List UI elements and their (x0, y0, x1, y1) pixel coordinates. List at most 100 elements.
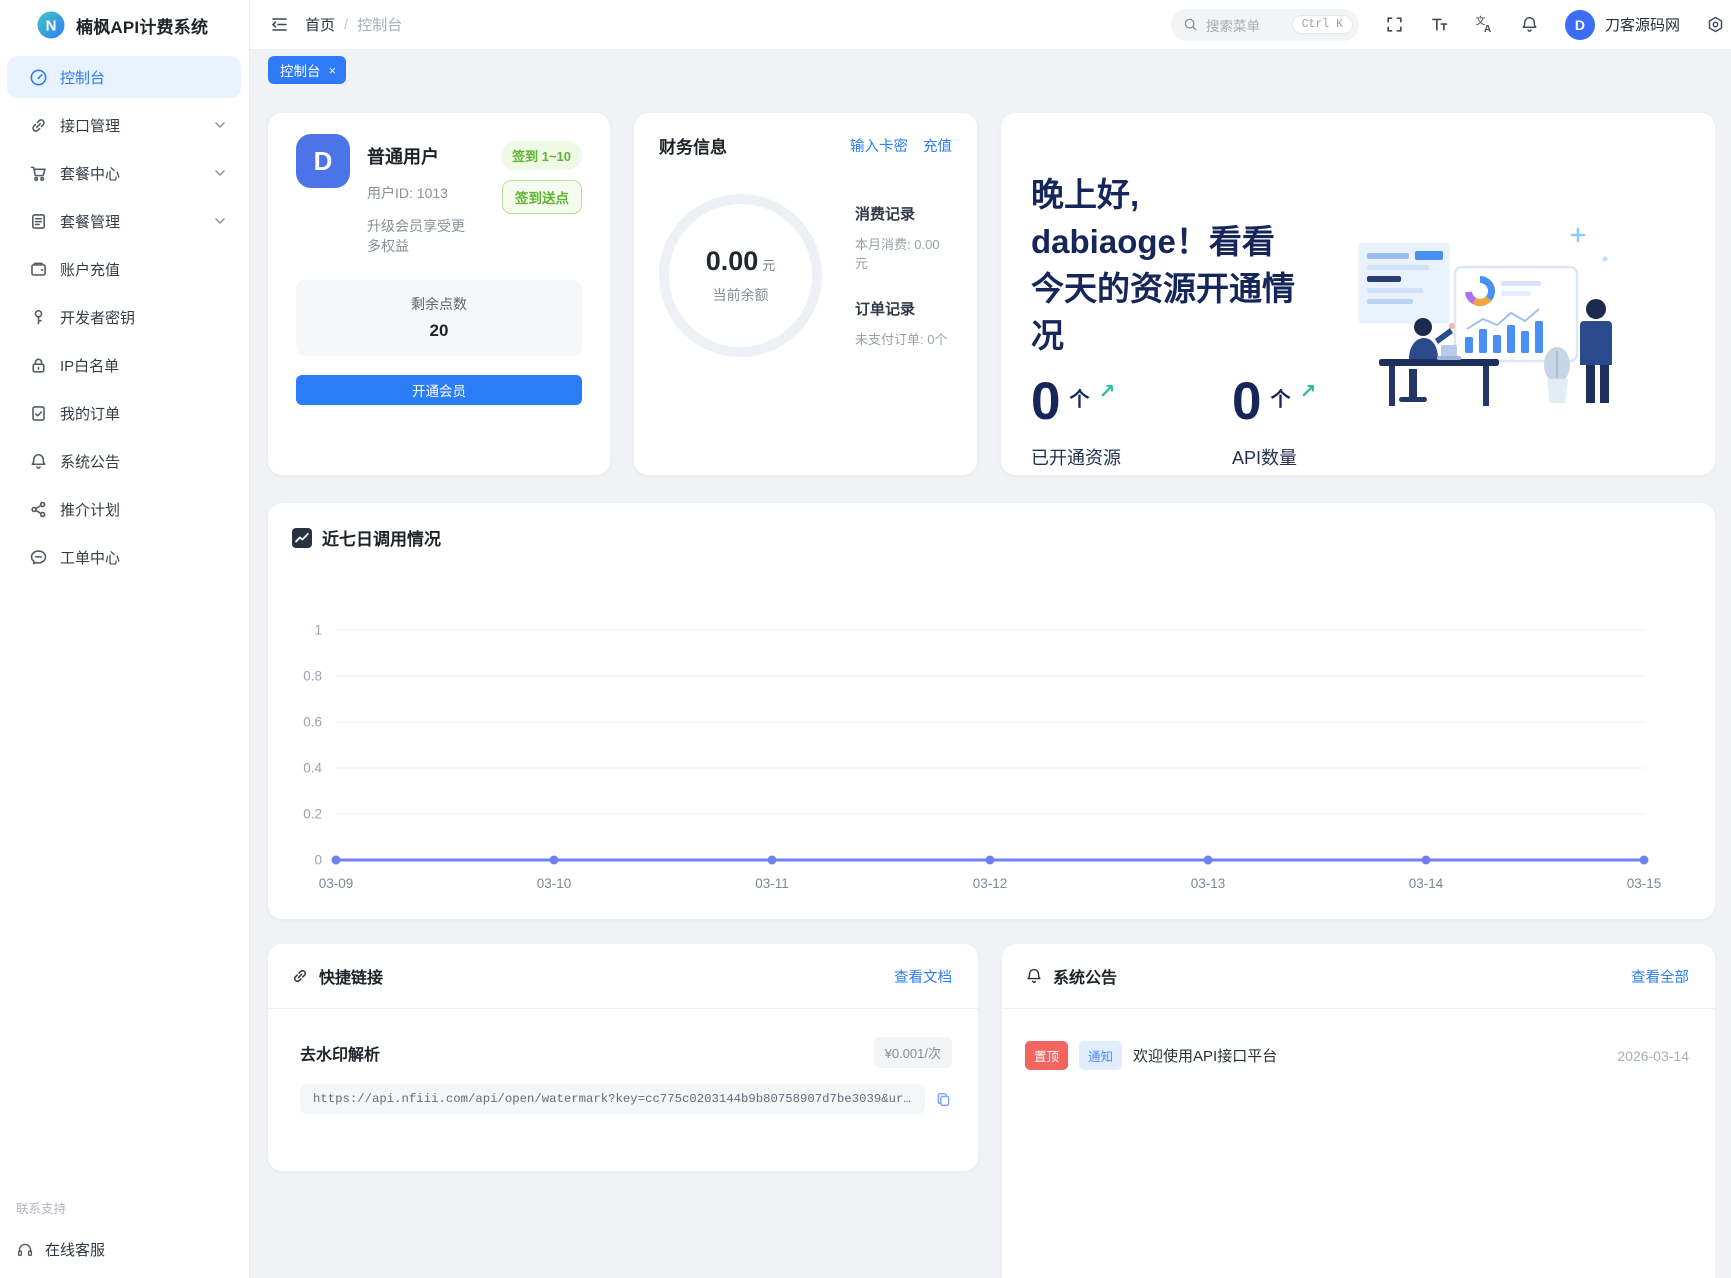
notifications-button[interactable] (1520, 15, 1539, 34)
bell-icon (29, 452, 48, 471)
svg-text:03-14: 03-14 (1409, 876, 1444, 891)
view-all-link[interactable]: 查看全部 (1631, 966, 1689, 987)
quick-links-card: 快捷链接 查看文档 去水印解析 ¥0.001/次 https://api.nfi… (268, 944, 978, 1171)
tab-close-icon[interactable]: × (329, 64, 337, 77)
search-shortcut-badge: Ctrl K (1291, 15, 1353, 34)
sidebar-item-orders[interactable]: 我的订单 (7, 392, 241, 434)
svg-text:0: 0 (314, 853, 322, 868)
sidebar-item-referral[interactable]: 推介计划 (7, 488, 241, 530)
consume-record-title[interactable]: 消费记录 (855, 203, 952, 224)
balance-value: 0.00 元 (705, 246, 776, 276)
svg-text:0.8: 0.8 (303, 669, 322, 684)
sidebar-collapse-button[interactable] (270, 15, 289, 34)
quick-link-url[interactable]: https://api.nfiii.com/api/open/watermark… (300, 1084, 925, 1114)
svg-text:03-13: 03-13 (1191, 876, 1226, 891)
order-record-title[interactable]: 订单记录 (855, 298, 952, 319)
balance-circle: 0.00 元 当前余额 (659, 194, 822, 357)
gear-icon (1708, 16, 1723, 33)
ticket-icon (29, 548, 48, 567)
avatar: D (1564, 9, 1595, 40)
open-vip-button[interactable]: 开通会员 (296, 374, 582, 405)
greeting-card: 晚上好, dabiaoge！看看今天的资源开通情况 0 个 ↗ 已开通资源 0 (1001, 113, 1715, 475)
pinned-badge: 置顶 (1025, 1041, 1069, 1070)
translate-button[interactable]: 文 A (1475, 15, 1494, 34)
svg-text:N: N (46, 18, 57, 35)
chevron-down-icon (213, 118, 227, 132)
view-docs-link[interactable]: 查看文档 (894, 966, 952, 987)
greeting-text: 晚上好, dabiaoge！看看今天的资源开通情况 (1031, 176, 1295, 354)
quick-link-name: 去水印解析 (300, 1046, 381, 1064)
online-service-button[interactable]: 在线客服 (16, 1239, 233, 1260)
chevron-down-icon (213, 214, 227, 228)
tab-dashboard[interactable]: 控制台 × (268, 56, 347, 84)
sidebar-item-dashboard[interactable]: 控制台 (7, 56, 241, 98)
recharge-link[interactable]: 充值 (923, 135, 952, 156)
user-name: 刀客源码网 (1604, 17, 1680, 34)
svg-text:0.4: 0.4 (303, 761, 322, 776)
copy-url-button[interactable] (935, 1091, 952, 1108)
balance-label: 当前余额 (712, 287, 769, 303)
signin-button[interactable]: 签到送点 (502, 180, 582, 214)
notice-type-badge: 通知 (1079, 1041, 1123, 1070)
sidebar-item-api[interactable]: 接口管理 (7, 104, 241, 146)
share-icon (29, 500, 48, 519)
dashboard-page: N 楠枫API计费系统 控制台 接口管理 套餐中心 套餐管理 账户充值 开发者密… (0, 0, 1731, 1278)
user-role: 普通用户 (367, 147, 439, 167)
quick-links-title: 快捷链接 (319, 970, 384, 987)
sidebar-item-dev-keys[interactable]: 开发者密钥 (7, 296, 241, 338)
enter-card-key-link[interactable]: 输入卡密 (850, 135, 908, 156)
dashboard-icon (29, 68, 48, 87)
bottom-row: 快捷链接 查看文档 去水印解析 ¥0.001/次 https://api.nfi… (268, 944, 1715, 1278)
finance-card: 财务信息 输入卡密 充值 0.00 元 当前余额 消费记录 本月消费: 0.00… (634, 113, 977, 475)
user-avatar: D (296, 134, 350, 188)
announcement-text[interactable]: 欢迎使用API接口平台 (1133, 1045, 1277, 1066)
announcement-date: 2026-03-14 (1617, 1047, 1689, 1064)
stat-value: 0 (1031, 372, 1061, 431)
analytics-illustration (1355, 227, 1612, 406)
online-service-label: 在线客服 (45, 1242, 106, 1259)
support-label: 联系支持 (16, 1202, 67, 1216)
consume-record-detail: 本月消费: 0.00元 (855, 237, 940, 271)
key-icon (29, 308, 48, 327)
sidebar-item-announcements[interactable]: 系统公告 (7, 440, 241, 482)
search-input[interactable]: 搜索菜单 Ctrl K (1170, 8, 1359, 41)
stat-value: 0 (1232, 372, 1262, 431)
breadcrumb-current: 控制台 (357, 17, 403, 34)
svg-text:03-10: 03-10 (537, 876, 572, 891)
points-label: 剩余点数 (411, 296, 467, 313)
wallet-icon (29, 260, 48, 279)
breadcrumb-home[interactable]: 首页 (305, 14, 335, 35)
tab-label: 控制台 (280, 64, 321, 79)
search-placeholder: 搜索菜单 (1205, 18, 1260, 34)
announcement-item[interactable]: 置顶 通知 欢迎使用API接口平台 2026-03-14 (1002, 1009, 1715, 1070)
stat-label: 已开通资源 (1031, 448, 1121, 468)
sidebar-item-ip-whitelist[interactable]: IP白名单 (7, 344, 241, 386)
sidebar-item-tickets[interactable]: 工单中心 (7, 536, 241, 578)
sidebar-menu: 控制台 接口管理 套餐中心 套餐管理 账户充值 开发者密钥 IP白名单 我的订单… (0, 50, 249, 578)
stat-label: API数量 (1232, 448, 1298, 468)
sidebar-item-recharge[interactable]: 账户充值 (7, 248, 241, 290)
package-icon (29, 212, 48, 231)
main-content: D 普通用户 用户ID: 1013 升级会员享受更多权益 签到 1~10 签到送… (250, 90, 1731, 1278)
quick-link-item: 去水印解析 ¥0.001/次 https://api.nfiii.com/api… (268, 1009, 978, 1114)
headset-icon (17, 1243, 33, 1256)
font-size-button[interactable] (1430, 15, 1449, 34)
sidebar-footer: 联系支持 在线客服 (16, 1198, 233, 1260)
signin-range-badge: 签到 1~10 (501, 141, 582, 170)
user-menu[interactable]: D 刀客源码网 (1564, 9, 1680, 40)
line-chart-icon (292, 527, 312, 548)
announcements-card: 系统公告 查看全部 置顶 通知 欢迎使用API接口平台 2026-03-14 (1002, 944, 1715, 1278)
fullscreen-button[interactable] (1385, 15, 1404, 34)
api-icon (29, 116, 48, 135)
seven-day-chart: 1 0.8 0.6 0.4 0.2 0 03-09 03-10 03-11 03-12 03-13 0… (303, 623, 1661, 892)
sidebar-item-package-center[interactable]: 套餐中心 (7, 152, 241, 194)
user-id: 用户ID: 1013 (367, 185, 448, 201)
settings-button[interactable] (1706, 15, 1725, 34)
app-title: 楠枫API计费系统 (76, 17, 209, 37)
sidebar-item-package-admin[interactable]: 套餐管理 (7, 200, 241, 242)
svg-text:A: A (1484, 24, 1491, 34)
finance-title: 财务信息 (659, 138, 727, 157)
svg-text:03-11: 03-11 (755, 876, 789, 891)
lock-icon (29, 356, 48, 375)
bell-icon (1025, 967, 1043, 985)
